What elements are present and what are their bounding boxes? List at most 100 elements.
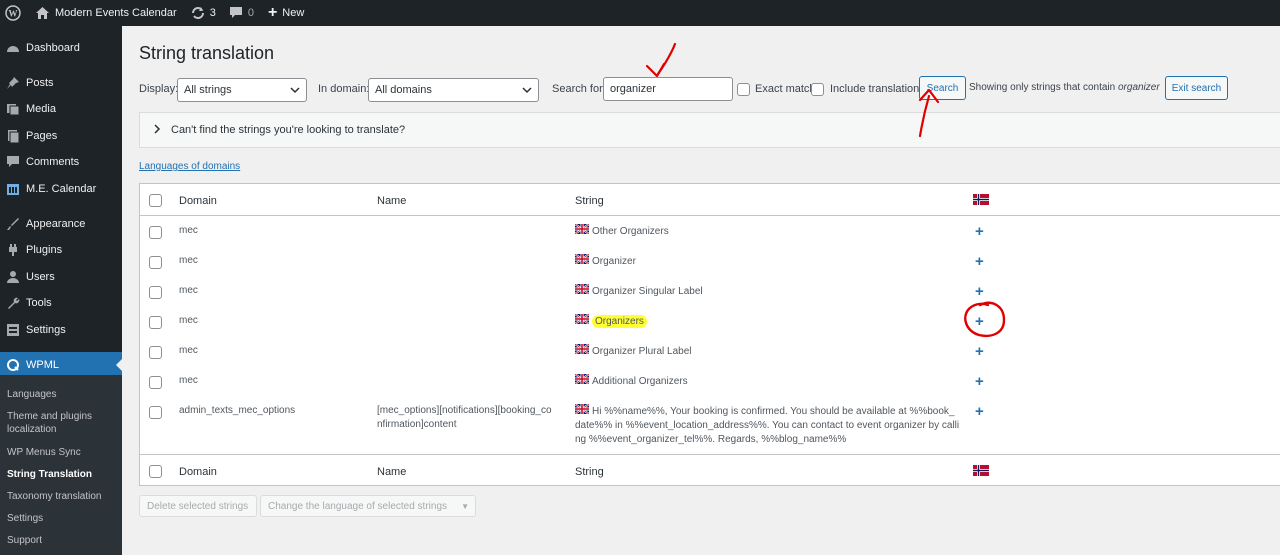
wrench-icon <box>0 296 26 310</box>
submenu-support[interactable]: Support <box>7 534 117 547</box>
submenu-wp-menus-sync[interactable]: WP Menus Sync <box>7 446 117 459</box>
row-checkbox[interactable] <box>149 226 162 239</box>
exit-search-button[interactable]: Exit search <box>1165 76 1228 100</box>
new-content-link[interactable]: + New <box>261 0 311 26</box>
exact-match-label: Exact match <box>755 83 816 95</box>
search-button[interactable]: Search <box>919 76 966 100</box>
include-translations-label: Include translations <box>830 83 925 95</box>
menu-item-posts[interactable]: Posts <box>0 70 122 96</box>
wordpress-logo-icon[interactable]: W <box>0 0 28 26</box>
change-language-select[interactable]: Change the language of selected strings … <box>260 495 476 517</box>
exact-match-checkbox[interactable] <box>737 83 750 96</box>
submenu-settings[interactable]: Settings <box>7 512 117 525</box>
select-all-checkbox-footer[interactable] <box>149 465 162 478</box>
table-row: mec Organizer + <box>140 247 1280 277</box>
delete-selected-strings-button[interactable]: Delete selected strings <box>139 495 257 517</box>
add-translation-button[interactable]: + <box>975 374 984 389</box>
norway-flag-icon <box>973 194 989 208</box>
select-all-checkbox[interactable] <box>149 194 162 207</box>
row-string-line: date%% in %%event_location_address%%. Yo… <box>575 420 960 432</box>
help-collapsible[interactable]: Can't find the strings you're looking to… <box>139 112 1280 148</box>
menu-label: Dashboard <box>26 42 80 54</box>
header-string[interactable]: String <box>575 195 604 207</box>
row-string-text: Additional Organizers <box>592 376 688 388</box>
search-input[interactable]: organizer <box>603 77 733 101</box>
languages-of-domains-link[interactable]: Languages of domains <box>139 161 240 172</box>
header-domain[interactable]: Domain <box>179 195 217 207</box>
menu-label: Posts <box>26 77 54 89</box>
search-status-prefix: Showing only strings that contain <box>969 82 1118 93</box>
submenu-languages[interactable]: Languages <box>7 388 117 401</box>
menu-item-dashboard[interactable]: Dashboard <box>0 35 122 61</box>
add-translation-button[interactable]: + <box>975 284 984 299</box>
add-translation-button[interactable]: + <box>975 344 984 359</box>
brush-icon <box>0 217 26 231</box>
add-translation-button[interactable]: + <box>975 314 984 329</box>
comments-link[interactable]: 0 <box>223 0 261 26</box>
submenu-taxonomy-translation[interactable]: Taxonomy translation <box>7 490 117 503</box>
menu-item-pages[interactable]: Pages <box>0 123 122 149</box>
row-domain: mec <box>179 285 198 296</box>
row-checkbox[interactable] <box>149 346 162 359</box>
add-translation-button[interactable]: + <box>975 404 984 419</box>
menu-label: M.E. Calendar <box>26 183 97 195</box>
display-select[interactable]: All strings <box>177 78 307 102</box>
row-checkbox[interactable] <box>149 376 162 389</box>
row-string-text: Organizer Plural Label <box>592 346 692 358</box>
row-checkbox[interactable] <box>149 286 162 299</box>
row-domain: mec <box>179 375 198 386</box>
uk-flag-icon <box>574 343 590 359</box>
search-status-text: Showing only strings that contain organi… <box>969 82 1160 93</box>
menu-label: WPML <box>26 359 59 371</box>
chevron-down-icon <box>522 85 532 98</box>
row-domain: mec <box>179 345 198 356</box>
add-translation-button[interactable]: + <box>975 224 984 239</box>
row-string-line: ng %%event_organizer_tel%%. Regards, %%b… <box>575 434 847 446</box>
row-checkbox[interactable] <box>149 406 162 419</box>
row-domain: mec <box>179 225 198 236</box>
menu-item-comments[interactable]: Comments <box>0 149 122 175</box>
updates-link[interactable]: 3 <box>184 0 223 26</box>
menu-item-users[interactable]: Users <box>0 264 122 290</box>
plugin-icon <box>0 243 26 257</box>
row-checkbox[interactable] <box>149 316 162 329</box>
search-status-term: organizer <box>1117 82 1160 93</box>
row-checkbox[interactable] <box>149 256 162 269</box>
row-string-text: Organizer <box>592 256 636 268</box>
row-string: Other Organizers <box>574 223 669 239</box>
submenu-string-translation[interactable]: String Translation <box>7 468 117 481</box>
footer-string[interactable]: String <box>575 466 604 478</box>
include-translations-checkbox[interactable] <box>811 83 824 96</box>
menu-item-settings[interactable]: Settings <box>0 317 122 343</box>
strings-table: Domain Name String mec Other Organizers … <box>139 183 1280 486</box>
header-name[interactable]: Name <box>377 195 406 207</box>
domain-select[interactable]: All domains <box>368 78 539 102</box>
add-translation-button[interactable]: + <box>975 254 984 269</box>
footer-domain[interactable]: Domain <box>179 466 217 478</box>
row-string-text: Other Organizers <box>592 226 669 238</box>
change-language-label: Change the language of selected strings <box>268 500 448 512</box>
menu-label: Settings <box>26 324 66 336</box>
menu-item-appearance[interactable]: Appearance <box>0 211 122 237</box>
row-domain: admin_texts_mec_options <box>179 405 296 416</box>
chevron-down-icon <box>290 85 300 98</box>
menu-item-plugins[interactable]: Plugins <box>0 237 122 263</box>
pages-icon <box>0 129 26 143</box>
footer-name[interactable]: Name <box>377 466 406 478</box>
display-label: Display: <box>139 83 179 95</box>
row-string: Organizer <box>574 253 636 269</box>
pin-icon <box>0 76 26 90</box>
menu-item-tools[interactable]: Tools <box>0 290 122 316</box>
search-value: organizer <box>610 83 656 95</box>
admin-sidebar: Dashboard Posts Media Pages Comments M.E… <box>0 26 122 555</box>
submenu-theme-plugins-localization[interactable]: Theme and plugins localization <box>7 410 117 436</box>
menu-item-media[interactable]: Media <box>0 96 122 122</box>
updates-count: 3 <box>209 7 216 19</box>
menu-label: Media <box>26 103 56 115</box>
menu-item-me-calendar[interactable]: M.E. Calendar <box>0 176 122 202</box>
new-label: New <box>282 7 305 19</box>
search-label: Search for: <box>552 83 606 95</box>
site-name-link[interactable]: Modern Events Calendar <box>28 0 184 26</box>
menu-label: Users <box>26 271 55 283</box>
uk-flag-icon <box>574 313 590 329</box>
